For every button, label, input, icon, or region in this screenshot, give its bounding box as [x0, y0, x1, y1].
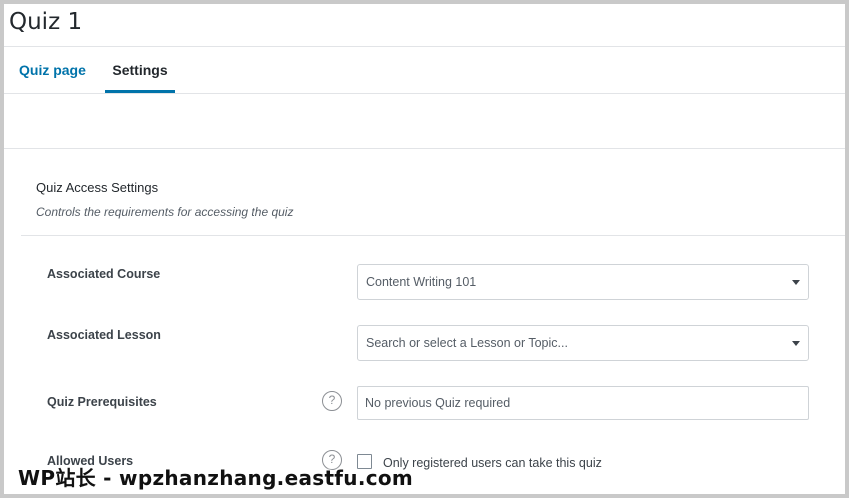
page-title: Quiz 1: [9, 9, 83, 35]
tab-bar: Quiz page Settings: [4, 48, 845, 93]
settings-panel: Quiz 1 Quiz page Settings Quiz Access Se…: [4, 4, 845, 494]
associated-course-value: Content Writing 101: [366, 275, 477, 289]
section-divider: [21, 235, 845, 236]
watermark-text: WP站长 - wpzhanzhang.eastfu.com: [18, 466, 414, 490]
registered-users-checkbox-label[interactable]: Only registered users can take this quiz: [383, 456, 602, 470]
caret-down-icon: [792, 280, 800, 285]
caret-down-icon: [792, 341, 800, 346]
quiz-prerequisites-input[interactable]: No previous Quiz required: [357, 386, 809, 420]
header-divider: [4, 148, 845, 149]
help-icon[interactable]: ?: [322, 391, 342, 411]
title-divider: [4, 46, 845, 47]
quiz-prerequisites-placeholder: No previous Quiz required: [365, 396, 511, 410]
tab-settings[interactable]: Settings: [105, 48, 175, 93]
tab-quiz-page[interactable]: Quiz page: [19, 48, 86, 93]
tabs-divider: [4, 93, 845, 94]
associated-lesson-select[interactable]: Search or select a Lesson or Topic...: [357, 325, 809, 361]
quiz-prerequisites-label: Quiz Prerequisites: [47, 395, 157, 409]
associated-lesson-placeholder: Search or select a Lesson or Topic...: [366, 336, 568, 350]
section-description: Controls the requirements for accessing …: [36, 205, 294, 219]
section-title: Quiz Access Settings: [36, 180, 159, 195]
associated-course-select[interactable]: Content Writing 101: [357, 264, 809, 300]
associated-course-label: Associated Course: [47, 267, 161, 281]
associated-lesson-label: Associated Lesson: [47, 328, 161, 342]
